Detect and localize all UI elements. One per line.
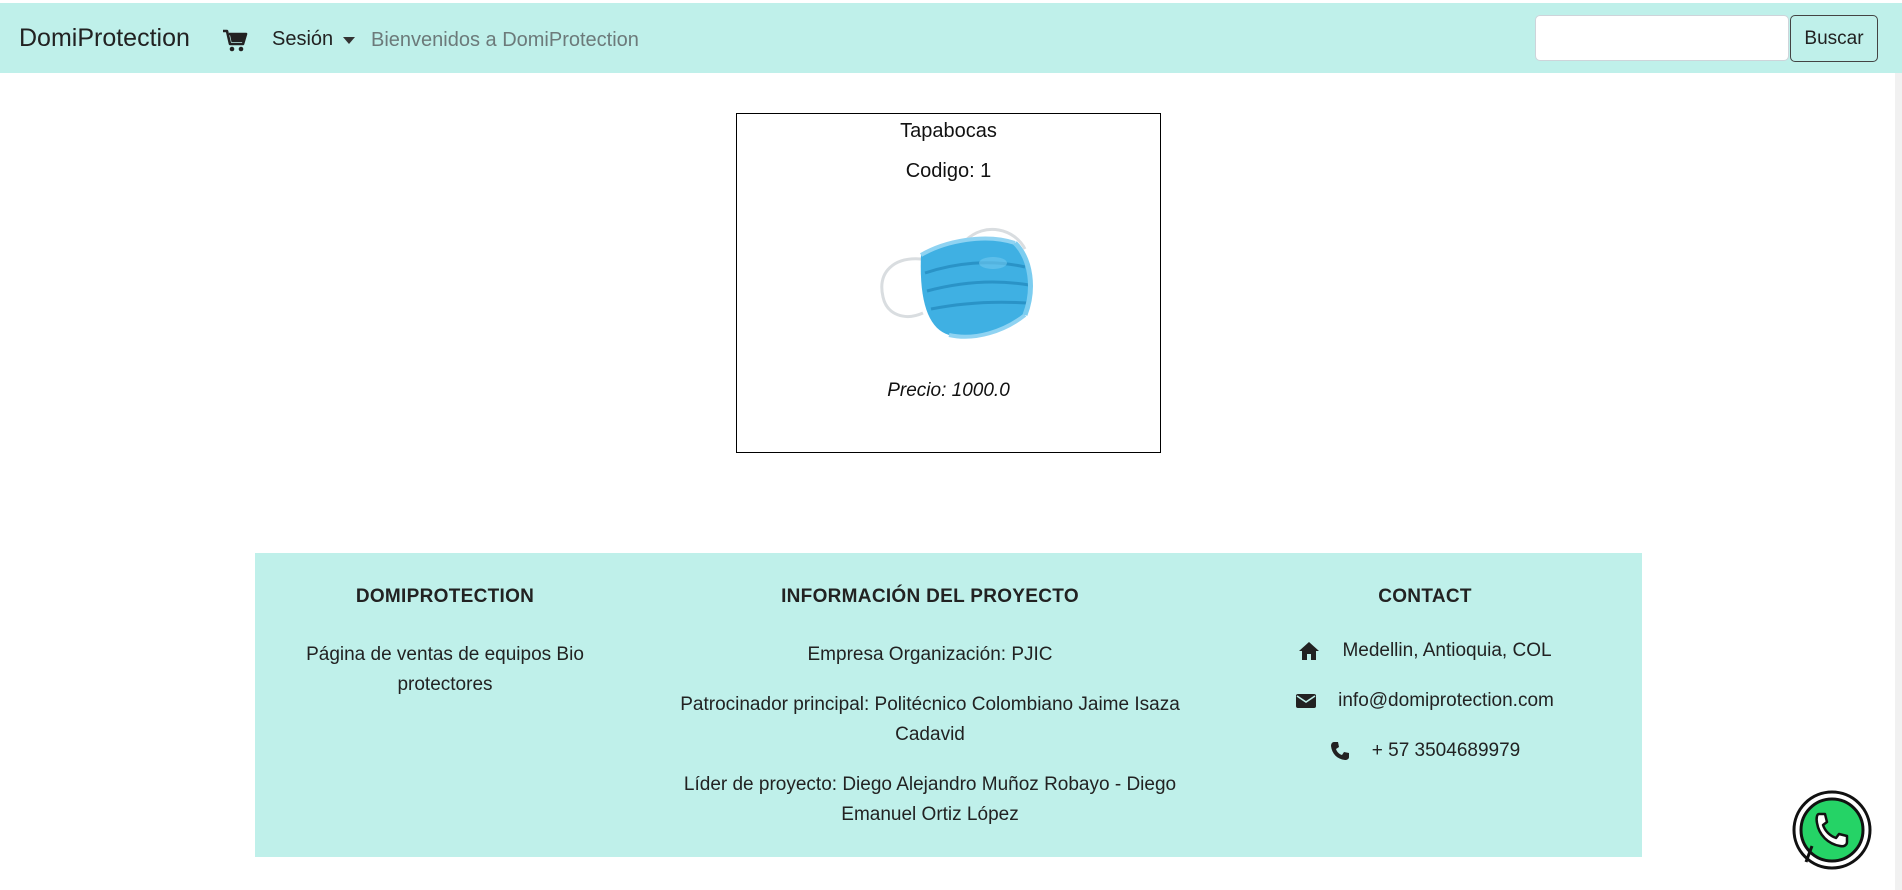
footer-project-heading: INFORMACIÓN DEL PROYECTO — [781, 586, 1079, 607]
contact-phone-row: + 57 3504689979 — [1275, 740, 1575, 762]
project-leader-line2: Emanuel Ortiz López — [841, 804, 1019, 825]
search-button[interactable]: Buscar — [1790, 15, 1878, 62]
whatsapp-button[interactable] — [1792, 790, 1872, 870]
shopping-cart-icon[interactable] — [222, 29, 248, 53]
envelope-icon — [1296, 694, 1317, 708]
scrollbar[interactable] — [1895, 73, 1902, 890]
footer-about-heading: DOMIPROTECTION — [355, 586, 535, 607]
welcome-text: Bienvenidos a DomiProtection — [371, 29, 639, 51]
footer: DOMIPROTECTION Página de ventas de equip… — [255, 553, 1642, 857]
product-name: Tapabocas — [900, 120, 997, 142]
contact-address-row: Medellin, Antioquia, COL — [1275, 640, 1575, 662]
whatsapp-icon — [1792, 790, 1872, 870]
navbar: DomiProtection Sesión Bienvenidos a Domi… — [0, 3, 1902, 73]
project-leader-line1: Líder de proyecto: Diego Alejandro Muñoz… — [683, 774, 1177, 795]
phone-icon — [1330, 742, 1349, 760]
session-dropdown[interactable]: Sesión — [272, 28, 356, 51]
product-card[interactable]: Tapabocas Codigo: 1 Precio: 1000.0 — [736, 113, 1161, 453]
session-label: Sesión — [272, 28, 334, 50]
footer-about-text-line2: protectores — [397, 674, 493, 695]
product-price: Precio: 1000.0 — [887, 380, 1010, 401]
product-code: Codigo: 1 — [905, 160, 992, 182]
footer-contact-heading: CONTACT — [1378, 586, 1472, 607]
home-icon — [1299, 642, 1320, 660]
search-input[interactable] — [1535, 15, 1789, 61]
face-mask-image — [865, 219, 1037, 347]
project-sponsor-line2: Cadavid — [895, 724, 965, 745]
contact-email-row: info@domiprotection.com — [1275, 690, 1575, 712]
contact-email[interactable]: info@domiprotection.com — [1338, 690, 1554, 712]
brand-link[interactable]: DomiProtection — [19, 24, 190, 53]
contact-address: Medellin, Antioquia, COL — [1342, 640, 1552, 661]
project-company: Empresa Organización: PJIC — [807, 644, 1053, 665]
caret-down-icon — [343, 37, 356, 44]
project-sponsor-line1: Patrocinador principal: Politécnico Colo… — [680, 694, 1180, 715]
contact-phone: + 57 3504689979 — [1371, 740, 1521, 761]
footer-about-text-line1: Página de ventas de equipos Bio — [306, 644, 584, 665]
